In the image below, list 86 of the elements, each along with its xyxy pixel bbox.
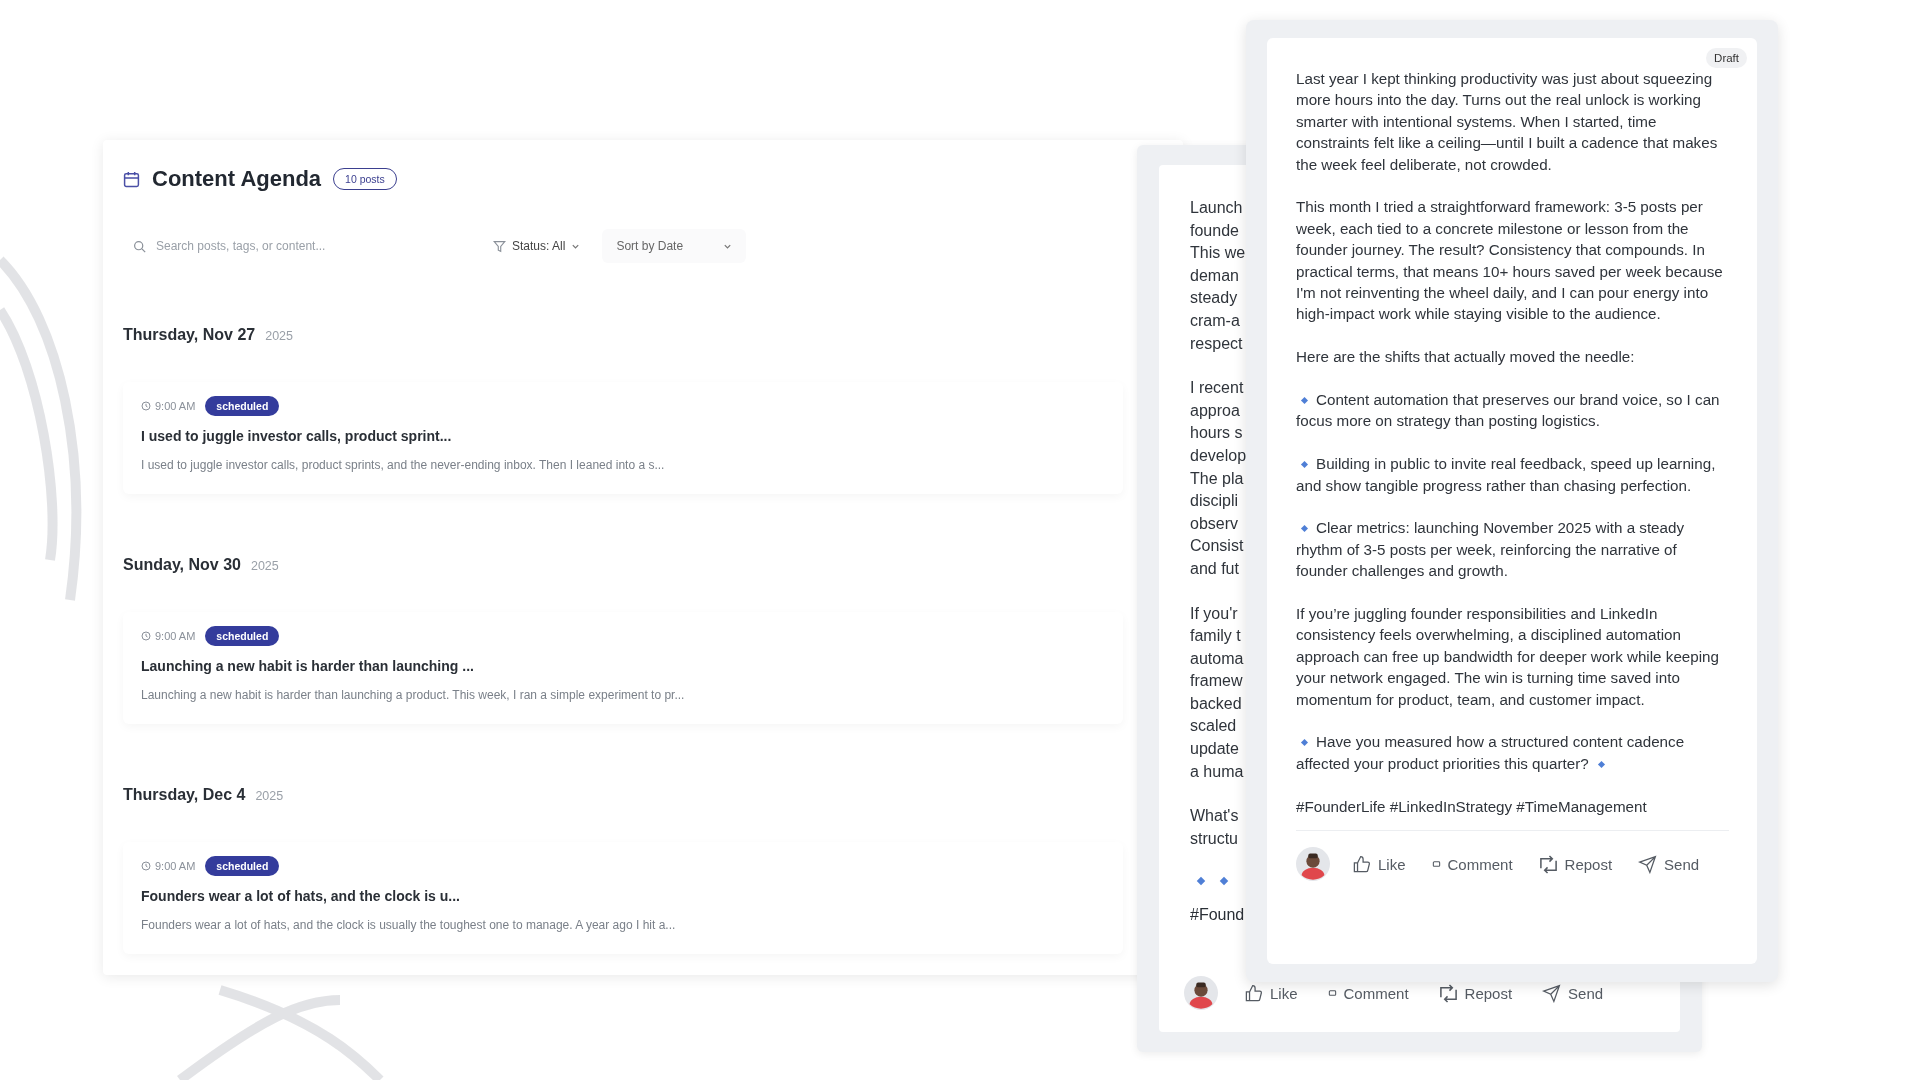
post-text-line: founde bbox=[1190, 220, 1239, 241]
status-badge: scheduled bbox=[205, 396, 280, 416]
post-text-line: steady bbox=[1190, 288, 1238, 309]
post-text-line: family t bbox=[1190, 626, 1241, 647]
post-paragraph: Last year I kept thinking productivity was just about squeezing more hours into the day. Turns out the real unlock is working smarter with intentional systems. When I started, time constraints felt like a ceiling—until I built a cadence that makes the week feel deliberate, not crowded. bbox=[1296, 69, 1719, 175]
thumbs-up-icon bbox=[1244, 983, 1263, 1003]
hashtags: #Found bbox=[1190, 906, 1245, 925]
bullet-text: Content automation that preserves our brand voice, so I can focus more on strategy than posting logistics. bbox=[1296, 390, 1721, 432]
send-button[interactable]: Send bbox=[1538, 983, 1608, 1003]
post-text-line: backed bbox=[1190, 693, 1242, 714]
like-button[interactable]: Like bbox=[1348, 855, 1410, 874]
post-paragraph: #FounderLife #LinkedInStrategy #TimeManagement bbox=[1296, 796, 1648, 817]
post-excerpt: Launching a new habit is harder than launching a product. This week, I ran a simple experiment to pr... bbox=[141, 688, 686, 702]
draft-badge: Draft bbox=[1706, 48, 1747, 68]
post-title: Launching a new habit is harder than launching ... bbox=[141, 658, 475, 674]
post-text-line: The pla bbox=[1190, 468, 1244, 489]
repost-icon bbox=[1538, 855, 1558, 874]
status-filter[interactable]: Status: All bbox=[483, 231, 591, 261]
post-text-line: approa bbox=[1190, 400, 1240, 421]
post-paragraph: This month I tried a straightforward framework: 3-5 posts per week, each tied to a concrete milestone or lesson from the founder journey. The result? Consistency that compounds. In practical terms, that means 10+ hours saved per week because I'm not reinventing the wheel daily, and I can pour energy into high-impact work while staying visible to the audience. bbox=[1296, 197, 1724, 325]
post-text-line: hours s bbox=[1190, 423, 1243, 444]
post-time: 9:00 AM bbox=[141, 860, 196, 872]
status-badge: scheduled bbox=[205, 626, 280, 646]
comment-icon bbox=[1327, 988, 1337, 998]
post-time: 9:00 AM bbox=[141, 400, 196, 412]
date-heading: Thursday, Dec 4 bbox=[123, 786, 246, 804]
like-button[interactable]: Like bbox=[1240, 983, 1302, 1003]
bullet-text: Building in public to invite real feedback, speed up learning, and show tangible progress rather than chasing perfection. bbox=[1296, 454, 1717, 496]
post-text-line: develop bbox=[1190, 445, 1247, 466]
post-paragraph: If you’re juggling founder responsibilities and LinkedIn consistency feels overwhelming, a disciplined automation approach can free up bandwidth for deeper work while keeping your network engaged. The win is turning time saved into momentum for product, team, and customer impact. bbox=[1296, 604, 1720, 710]
year-label: 2025 bbox=[255, 789, 284, 803]
avatar-icon bbox=[1184, 976, 1218, 1010]
search-field[interactable]: Search posts, tags, or content... bbox=[154, 238, 458, 254]
comment-button[interactable]: Comment bbox=[1427, 856, 1517, 873]
post-text-line: a huma bbox=[1190, 761, 1244, 782]
post-text-line: Launch bbox=[1190, 198, 1243, 218]
post-text-line: and fut bbox=[1190, 558, 1239, 579]
clock-icon bbox=[141, 631, 151, 641]
post-title: Founders wear a lot of hats, and the clock is u... bbox=[141, 888, 461, 904]
year-label: 2025 bbox=[250, 559, 279, 573]
post-text-line: If you'r bbox=[1190, 603, 1238, 624]
send-icon bbox=[1542, 983, 1562, 1003]
post-text-line: deman bbox=[1190, 265, 1239, 286]
post-title: I used to juggle investor calls, product sprint... bbox=[141, 428, 453, 444]
date-heading: Thursday, Nov 27 bbox=[123, 326, 256, 344]
post-text-line: scaled bbox=[1190, 716, 1237, 737]
clock-icon bbox=[141, 401, 151, 411]
comment-icon bbox=[1431, 860, 1441, 869]
thumbs-up-icon bbox=[1352, 855, 1371, 874]
send-icon bbox=[1638, 855, 1658, 874]
post-text-line: I recent bbox=[1190, 378, 1244, 399]
panel-title: Content Agenda bbox=[152, 166, 322, 192]
status-badge: scheduled bbox=[205, 856, 280, 876]
post-paragraph: Here are the shifts that actually moved the needle: bbox=[1296, 347, 1636, 368]
send-button[interactable]: Send bbox=[1634, 855, 1704, 874]
post-text-line: update bbox=[1190, 739, 1239, 760]
sort-dropdown[interactable]: Sort by Date bbox=[602, 229, 747, 263]
post-text-line: discipli bbox=[1190, 491, 1238, 512]
post-excerpt: Founders wear a lot of hats, and the clock is usually the toughest one to manage. A year ago I hit a... bbox=[141, 918, 677, 932]
bullet-text: Have you measured how a structured content cadence affected your product priorities this quarter? bbox=[1296, 732, 1686, 774]
comment-button[interactable]: Comment bbox=[1323, 984, 1413, 1002]
year-label: 2025 bbox=[265, 329, 293, 343]
post-text-line: cram-a bbox=[1190, 310, 1240, 331]
search-icon bbox=[133, 239, 146, 253]
filter-icon bbox=[493, 239, 506, 253]
post-text-line: automa bbox=[1190, 648, 1244, 669]
post-card[interactable]: 9:00 AM scheduled Launching a new habit is harder than launching ... Launching a new habit is harder than launching a product. This week, I ran a simple experiment to pr... bbox=[123, 612, 1123, 724]
post-text-line: structu bbox=[1190, 828, 1238, 849]
bullet-text: Clear metrics: launching November 2025 with a steady rhythm of 3-5 posts per week, reinforcing the narrative of founder challenges and growth. bbox=[1296, 518, 1686, 582]
post-text-line: This we bbox=[1190, 243, 1246, 264]
post-text-line: What's bbox=[1190, 806, 1239, 827]
post-text-line: observ bbox=[1190, 513, 1239, 534]
avatar-icon bbox=[1296, 847, 1330, 882]
calendar-icon bbox=[123, 170, 140, 188]
post-text-line: framew bbox=[1190, 671, 1243, 692]
post-excerpt: I used to juggle investor calls, product sprints, and the never-ending inbox. Then I leaned into a s... bbox=[141, 458, 666, 472]
repost-icon bbox=[1438, 983, 1458, 1003]
clock-icon bbox=[141, 861, 151, 871]
repost-button[interactable]: Repost bbox=[1534, 855, 1617, 874]
post-time: 9:00 AM bbox=[141, 630, 196, 642]
post-text-line: respect bbox=[1190, 333, 1243, 354]
repost-button[interactable]: Repost bbox=[1434, 983, 1517, 1003]
date-heading: Sunday, Nov 30 bbox=[123, 556, 241, 574]
post-card[interactable]: 9:00 AM scheduled I used to juggle investor calls, product sprint... I used to juggle investor calls, product sprints, and the never-ending inbox. Then I leaned into a s... bbox=[123, 382, 1123, 494]
post-text-line: Consist bbox=[1190, 536, 1244, 557]
post-card[interactable]: 9:00 AM scheduled Founders wear a lot of hats, and the clock is u... Founders wear a lot of hats, and the clock is usually the toughest one to manage. A year ago I hit a... bbox=[123, 842, 1123, 954]
